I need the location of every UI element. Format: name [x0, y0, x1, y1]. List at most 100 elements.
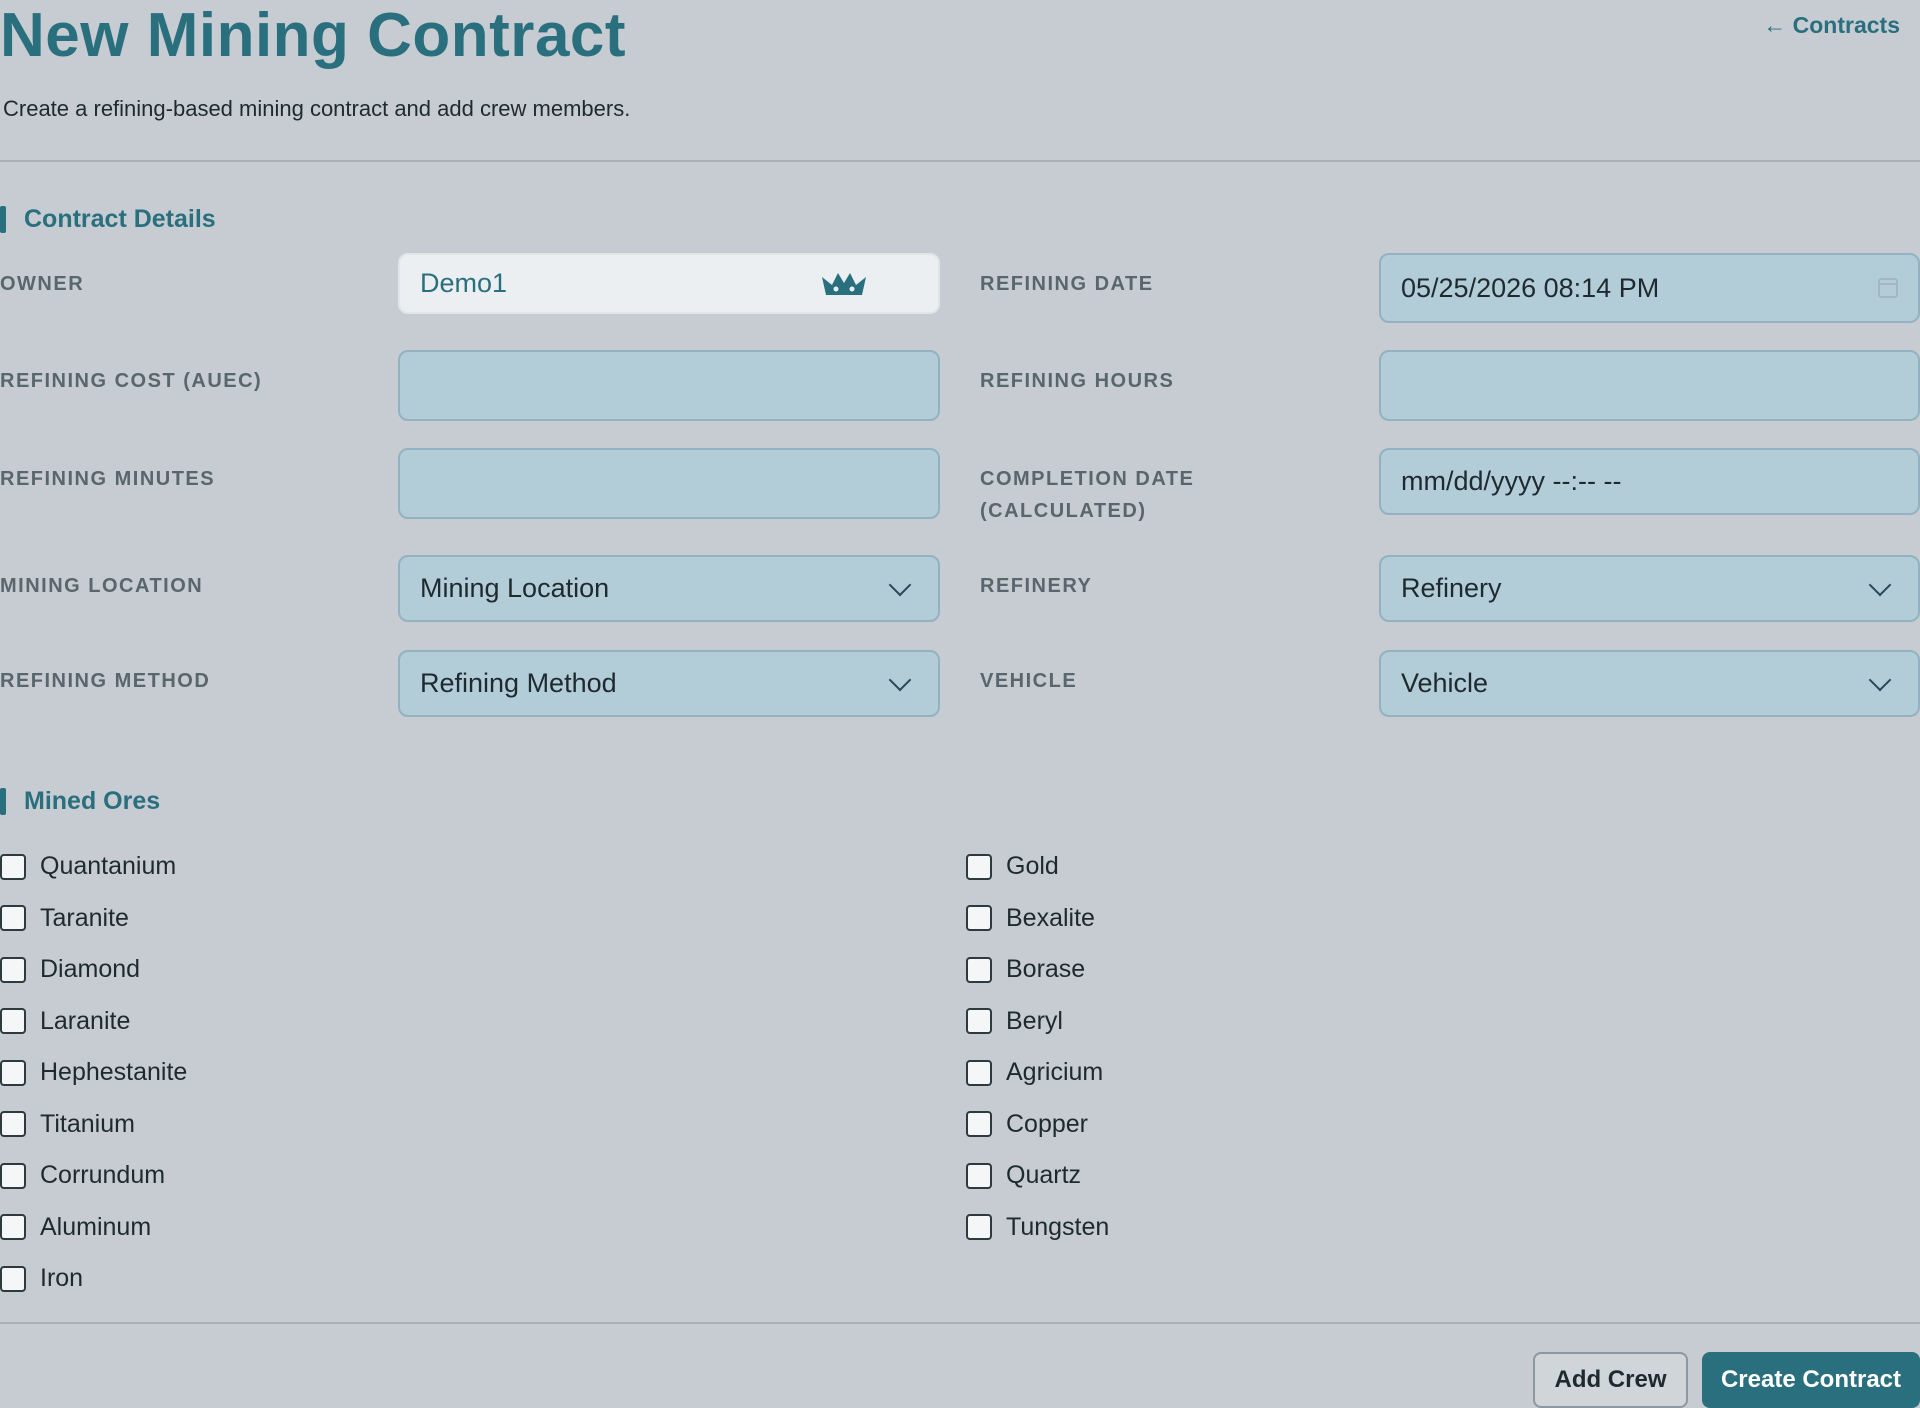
checkbox[interactable] [966, 905, 992, 931]
refinery-select[interactable]: Refinery [1379, 555, 1920, 622]
vehicle-selected: Vehicle [1401, 668, 1489, 698]
ore-checkbox-item[interactable]: Borase [966, 955, 1085, 984]
checkbox[interactable] [966, 853, 992, 880]
ore-label: Titanium [40, 1109, 135, 1138]
section-heading-mined-ores: Mined Ores [0, 787, 160, 816]
checkbox[interactable] [966, 1008, 992, 1034]
ore-checkbox-item[interactable]: Gold [966, 852, 1059, 881]
section-accent-bar [0, 206, 6, 233]
vehicle-select[interactable]: Vehicle [1379, 650, 1920, 717]
ore-checkbox-item[interactable]: Laranite [0, 1007, 130, 1036]
calendar-icon[interactable] [1878, 278, 1898, 298]
refining-date-value: 05/25/2026 08:14 PM [1401, 272, 1660, 303]
refining-cost-input[interactable] [398, 350, 940, 421]
checkbox[interactable] [966, 1162, 992, 1189]
crown-icon [822, 272, 866, 295]
checkbox[interactable] [0, 1214, 26, 1240]
refining-method-select[interactable]: Refining Method [398, 650, 940, 717]
checkbox[interactable] [0, 1265, 26, 1292]
chevron-down-icon [888, 573, 912, 596]
checkbox[interactable] [0, 905, 26, 931]
chevron-down-icon [888, 668, 912, 691]
checkbox[interactable] [0, 1059, 26, 1086]
checkbox[interactable] [966, 1059, 992, 1086]
ore-checkbox-item[interactable]: Bexalite [966, 904, 1095, 933]
ore-checkbox-item[interactable]: Hephestanite [0, 1058, 187, 1087]
refining-hours-label: REFINING HOURS [980, 370, 1175, 392]
refining-method-label: REFINING METHOD [0, 670, 211, 692]
ore-label: Corrundum [40, 1161, 166, 1189]
owner-label: OWNER [0, 273, 85, 295]
checkbox[interactable] [0, 853, 26, 880]
checkbox[interactable] [0, 956, 26, 983]
ore-checkbox-item[interactable]: Tungsten [966, 1213, 1109, 1242]
ore-label: Iron [40, 1264, 84, 1292]
ore-checkbox-item[interactable]: Quartz [966, 1161, 1081, 1190]
checkbox[interactable] [0, 1162, 26, 1189]
refinery-selected: Refinery [1401, 573, 1502, 603]
ore-checkbox-item[interactable]: Diamond [0, 955, 140, 984]
ore-label: Aluminum [40, 1212, 152, 1241]
checkbox[interactable] [966, 956, 992, 983]
mining-location-selected: Mining Location [420, 573, 610, 603]
ore-label: Bexalite [1006, 903, 1095, 932]
chevron-down-icon [1868, 573, 1892, 596]
ore-checkbox-item[interactable]: Iron [0, 1264, 83, 1293]
header-divider [0, 160, 1920, 162]
refining-hours-input[interactable] [1379, 350, 1920, 421]
refining-date-input[interactable]: 05/25/2026 08:14 PM [1379, 253, 1920, 323]
ore-label: Laranite [40, 1006, 131, 1035]
checkbox[interactable] [0, 1111, 26, 1137]
refinery-label: REFINERY [980, 575, 1093, 597]
ore-label: Taranite [40, 903, 129, 932]
ore-label: Quartz [1006, 1161, 1082, 1189]
checkbox[interactable] [0, 1008, 26, 1034]
section-title: Mined Ores [24, 787, 161, 815]
ore-label: Diamond [40, 955, 141, 983]
ore-label: Quantanium [40, 852, 177, 880]
ore-label: Borase [1006, 955, 1086, 983]
ore-checkbox-item[interactable]: Copper [966, 1110, 1088, 1139]
completion-date-label-line1: COMPLETION DATE [980, 468, 1195, 490]
refining-cost-label: REFINING COST (AUEC) [0, 370, 263, 392]
ore-checkbox-item[interactable]: Taranite [0, 904, 129, 933]
ore-label: Tungsten [1006, 1212, 1110, 1241]
ore-label: Beryl [1006, 1006, 1063, 1035]
add-crew-button[interactable]: Add Crew [1533, 1352, 1688, 1408]
create-contract-button[interactable]: Create Contract [1702, 1352, 1920, 1408]
completion-date-label-line2: (CALCULATED) [980, 500, 1147, 522]
ore-label: Agricium [1006, 1058, 1104, 1086]
chevron-down-icon [1868, 668, 1892, 691]
ore-label: Copper [1006, 1109, 1088, 1138]
ore-checkbox-item[interactable]: Agricium [966, 1058, 1103, 1087]
checkbox[interactable] [966, 1214, 992, 1240]
ore-label: Gold [1006, 852, 1059, 880]
refining-minutes-label: REFINING MINUTES [0, 468, 216, 490]
ore-checkbox-item[interactable]: Quantanium [0, 852, 176, 881]
page-title: New Mining Contract [0, 1, 627, 70]
owner-field[interactable]: Demo1 [398, 253, 940, 314]
owner-value: Demo1 [420, 268, 508, 298]
ore-checkbox-item[interactable]: Aluminum [0, 1213, 151, 1242]
ore-checkbox-item[interactable]: Beryl [966, 1007, 1063, 1036]
refining-method-selected: Refining Method [420, 668, 617, 698]
new-contract-page: New Mining Contract ← Contracts Create a… [0, 0, 1920, 1408]
section-accent-bar [0, 788, 6, 815]
ore-checkbox-item[interactable]: Titanium [0, 1110, 135, 1139]
back-to-contracts-link[interactable]: ← Contracts [1763, 12, 1900, 39]
ore-checkbox-item[interactable]: Corrundum [0, 1161, 165, 1190]
refining-minutes-input[interactable] [398, 448, 940, 519]
section-title: Contract Details [24, 205, 216, 233]
vehicle-label: VEHICLE [980, 670, 1078, 692]
footer-divider [0, 1322, 1920, 1324]
refining-date-label: REFINING DATE [980, 273, 1154, 295]
checkbox[interactable] [966, 1111, 992, 1137]
section-heading-contract-details: Contract Details [0, 205, 216, 234]
completion-date-value: mm/dd/yyyy --:-- -- [1401, 466, 1622, 496]
ore-label: Hephestanite [40, 1058, 188, 1086]
mining-location-select[interactable]: Mining Location [398, 555, 940, 622]
completion-date-input: mm/dd/yyyy --:-- -- [1379, 448, 1920, 515]
page-subtitle: Create a refining-based mining contract … [3, 96, 631, 121]
completion-date-label: COMPLETION DATE (CALCULATED) [980, 463, 1194, 527]
mining-location-label: MINING LOCATION [0, 575, 204, 597]
